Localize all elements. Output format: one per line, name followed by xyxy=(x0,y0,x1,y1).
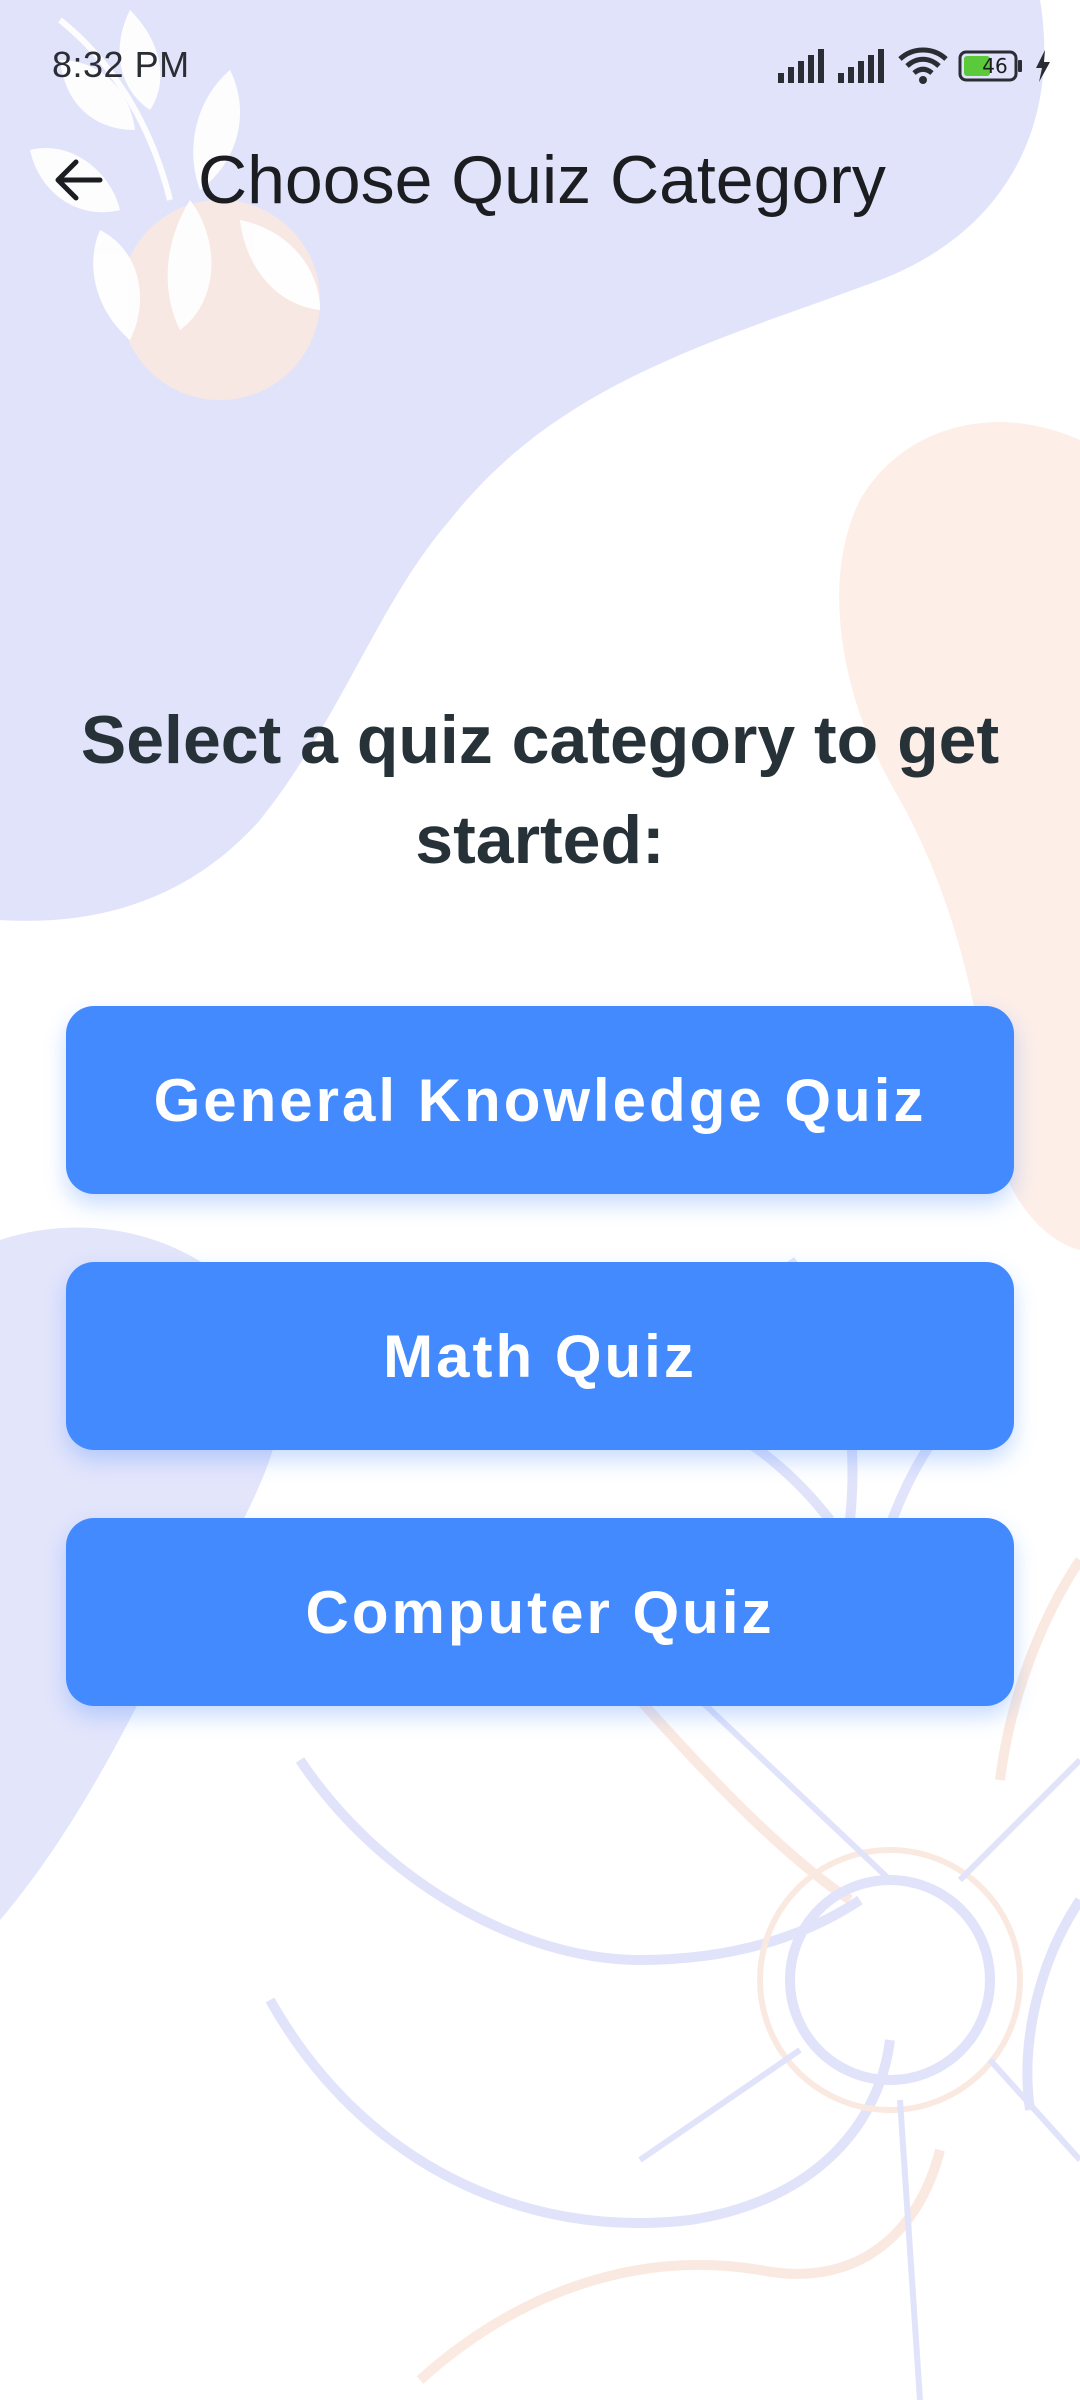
arrow-left-icon xyxy=(55,159,103,201)
signal-icon xyxy=(838,49,884,83)
category-prompt: Select a quiz category to get started: xyxy=(80,702,1000,878)
page-title: Choose Quiz Category xyxy=(198,142,886,218)
status-icons: 46 xyxy=(778,44,1052,88)
category-list: General Knowledge Quiz Math Quiz Compute… xyxy=(66,1006,1014,1774)
math-quiz-button[interactable]: Math Quiz xyxy=(66,1262,1014,1450)
charging-bolt-icon xyxy=(1036,50,1050,82)
computer-quiz-button[interactable]: Computer Quiz xyxy=(66,1518,1014,1706)
wifi-icon xyxy=(898,47,948,84)
battery-level: 46 xyxy=(982,54,1008,78)
general-knowledge-quiz-button[interactable]: General Knowledge Quiz xyxy=(66,1006,1014,1194)
status-time: 8:32 PM xyxy=(52,44,190,85)
signal-icon xyxy=(778,49,824,83)
status-bar: 8:32 PM 46 xyxy=(0,0,1080,130)
app-bar: Choose Quiz Category xyxy=(0,120,1080,240)
battery-icon: 46 xyxy=(958,50,1024,82)
back-button[interactable] xyxy=(40,142,116,218)
quiz-category-screen: 8:32 PM 46 Choose Quiz Category Select a… xyxy=(0,0,1080,2400)
